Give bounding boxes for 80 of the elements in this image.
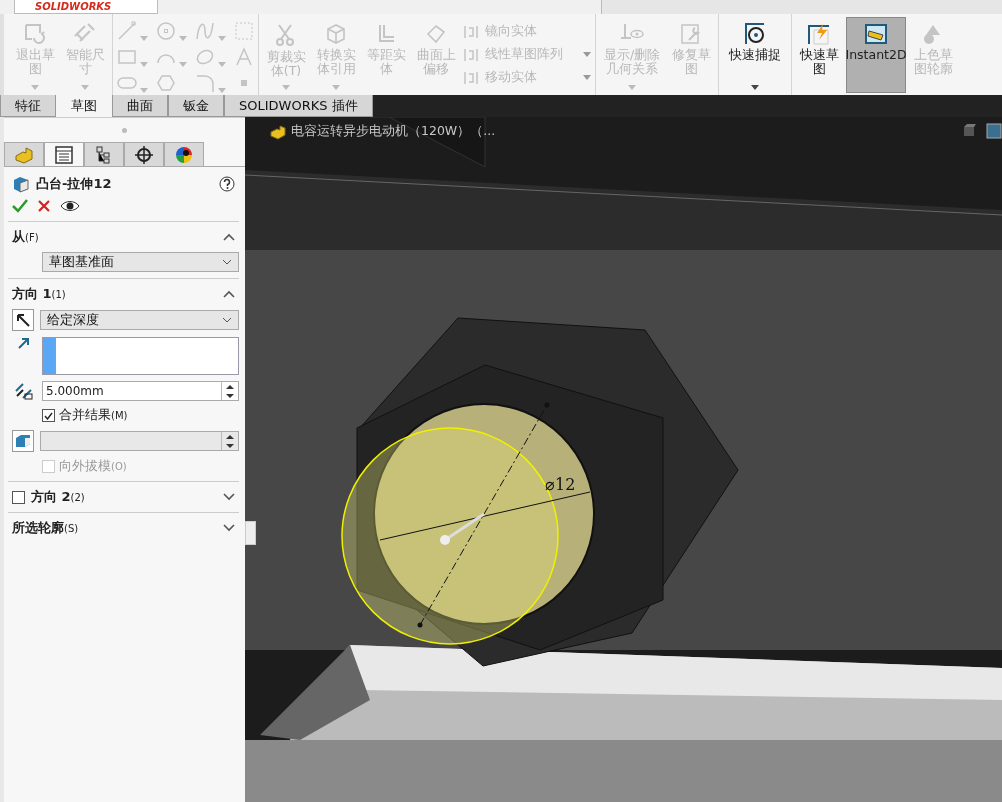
wrench-icon [679,22,703,46]
splitter-handle[interactable] [122,127,127,133]
circle-icon[interactable] [156,21,176,41]
panel-tab[interactable] [164,142,204,166]
section-header[interactable]: 方向 1(1) [12,285,66,303]
cube-icon [324,22,348,46]
cancel-button[interactable] [38,200,50,212]
part-icon [269,123,287,140]
ribbon-tab[interactable]: SOLIDWORKS 插件 [224,95,373,117]
app-logo: SOLIDWORKS [14,0,158,14]
ribbon-tab[interactable]: 曲面 [112,95,168,117]
spin-up-icon[interactable] [226,384,234,389]
checkmark-icon [44,411,53,420]
feature-title: 凸台-拉伸12 [36,175,112,193]
text-icon[interactable] [234,47,254,67]
draft-angle-input[interactable] [40,431,239,451]
ribbon-tab[interactable]: 钣金 [168,95,224,117]
chevron-icon[interactable] [223,290,235,298]
checkbox[interactable] [12,490,25,504]
depth-dimension-icon [14,382,34,400]
mirror-icon [463,46,479,63]
reverse-direction-button[interactable] [12,309,34,331]
block-icon [14,433,32,449]
chevron-icon[interactable] [223,233,235,241]
extrude-cube-icon [12,175,30,193]
end-condition-dropdown[interactable]: 给定深度 [40,310,239,330]
toolbar-button[interactable]: Instant2D [846,17,906,93]
display-pane-icon[interactable] [986,123,1002,139]
close-icon [38,200,50,212]
eye-icon [60,200,80,212]
ellipse-icon[interactable] [195,47,215,67]
direction-selection-field[interactable] [42,337,239,375]
crosshair-icon [135,145,153,164]
chevron-icon[interactable] [223,493,235,501]
spin-down-icon[interactable] [226,443,234,448]
part-icon [14,145,34,164]
ribbon-tab[interactable]: 特征 [0,95,56,117]
lightning-sketch-icon [806,22,832,46]
arrow-icon [18,337,30,349]
checkmark-icon [12,199,28,213]
panel-tab[interactable] [124,142,164,166]
ok-button[interactable] [12,199,28,213]
color-ball-icon [175,145,193,164]
list-icon [55,145,73,164]
spline-icon[interactable] [195,21,215,41]
draft-button[interactable] [12,430,34,452]
section-header[interactable]: 所选轮廓(S) [12,519,79,537]
section-header[interactable]: 方向 2(2) [31,488,85,506]
diameter-dimension[interactable]: ⌀12 [545,475,576,494]
panel-tab[interactable] [44,142,84,166]
spin-down-icon[interactable] [226,393,234,398]
document-title: 电容运转异步电动机（120W）（... [291,123,496,140]
sketch-exit-icon [22,22,48,46]
panel-tab[interactable] [84,142,124,166]
section-header[interactable]: 从(F) [12,228,39,246]
depth-input[interactable]: 5.000mm [42,381,239,401]
chevron-icon[interactable] [223,524,235,532]
fillet-icon[interactable] [195,73,215,93]
toolbar-button[interactable]: 快速捕捉 [723,17,787,93]
checkbox[interactable]: 合并结果(M) [42,407,128,424]
spin-up-icon[interactable] [226,434,234,439]
tree-icon [95,145,113,164]
view-cube-icon[interactable] [962,123,978,137]
ruler-sketch-icon [863,22,889,46]
arrow-icon [15,312,31,328]
help-icon[interactable] [219,176,235,192]
toolbar-button[interactable]: 快速草图 [796,17,842,93]
grid-icon[interactable] [234,21,254,41]
snap-target-icon [743,22,767,46]
line-icon[interactable] [117,21,137,41]
rectangle-icon[interactable] [117,47,137,67]
start-condition-dropdown[interactable]: 草图基准面 [42,252,239,272]
ribbon-tab[interactable]: 草图 [56,95,112,117]
polygon-icon[interactable] [156,73,176,93]
panel-collapse-handle[interactable] [245,521,256,545]
caret-icon[interactable] [751,85,759,90]
mirror-icon [463,69,479,86]
surface-offset-icon [424,22,448,46]
preview-button[interactable] [60,200,80,212]
mirror-icon [463,23,479,40]
